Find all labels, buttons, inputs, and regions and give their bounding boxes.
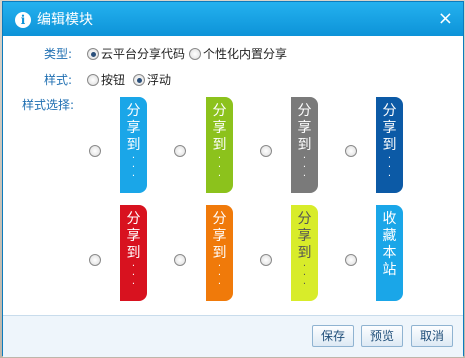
style-badge-text: 分享到 <box>382 103 397 153</box>
style-badge-3[interactable]: 分享到 · · · <box>291 97 318 193</box>
style-badge-text: 分享到 <box>297 103 312 153</box>
style-label: 样式: <box>44 73 73 87</box>
dots-icon: · · · <box>217 153 222 182</box>
dots-icon: · · · <box>302 153 307 182</box>
style-badge-4[interactable]: 分享到 · · · <box>376 97 403 193</box>
style-badge-text: 分享到 <box>212 103 227 153</box>
style-badge-text: 分享到 <box>212 211 227 261</box>
style-badge-text: 收藏本站 <box>382 211 397 278</box>
dots-icon: · · · <box>131 261 136 290</box>
dots-icon: · · · <box>217 261 222 290</box>
style-select-radio-7[interactable] <box>260 254 272 266</box>
style-select-radio-5[interactable] <box>89 254 101 266</box>
cancel-button[interactable]: 取消 <box>411 325 454 347</box>
dots-icon: · · · <box>302 261 307 290</box>
type-label: 类型: <box>44 47 73 61</box>
style-badge-1[interactable]: 分享到 · · · <box>120 97 147 193</box>
type-option-cloud-share[interactable]: 云平台分享代码 <box>101 46 185 62</box>
style-select-radio-8[interactable] <box>345 254 357 266</box>
style-badge-2[interactable]: 分享到 · · · <box>206 97 233 193</box>
style-badge-8[interactable]: 收藏本站 <box>376 205 403 301</box>
style-option-float[interactable]: 浮动 <box>147 72 171 88</box>
style-select-radio-4[interactable] <box>345 145 357 157</box>
style-select-radio-1[interactable] <box>89 145 101 157</box>
style-select-radio-3[interactable] <box>260 145 272 157</box>
save-button[interactable]: 保存 <box>312 325 355 347</box>
edit-module-dialog: i 编辑模块 × 类型: 云平台分享代码 个性化内置分享 样式: 按钮 浮动 样… <box>2 1 464 357</box>
style-select-radio-6[interactable] <box>174 254 186 266</box>
type-option-custom-share[interactable]: 个性化内置分享 <box>203 46 287 62</box>
type-radio-cloud-share[interactable] <box>87 48 99 60</box>
style-badge-text: 分享到 <box>126 211 141 261</box>
close-button[interactable]: × <box>438 9 453 29</box>
dialog-footer: 保存 预览 取消 <box>3 315 463 357</box>
style-select-label: 样式选择: <box>22 98 75 112</box>
style-badge-5[interactable]: 分享到 · · · <box>120 205 147 301</box>
preview-button[interactable]: 预览 <box>361 325 404 347</box>
dialog-title: 编辑模块 <box>37 12 93 28</box>
style-radio-float[interactable] <box>133 74 145 86</box>
style-option-button[interactable]: 按钮 <box>101 72 125 88</box>
style-badge-7[interactable]: 分享到 · · · <box>291 205 318 301</box>
style-badge-6[interactable]: 分享到 · · · <box>206 205 233 301</box>
dots-icon: · · · <box>131 153 136 182</box>
dialog-titlebar[interactable]: i 编辑模块 × <box>3 2 463 36</box>
style-badge-text: 分享到 <box>297 211 312 261</box>
dots-icon: · · · <box>387 153 392 182</box>
style-select-radio-2[interactable] <box>174 145 186 157</box>
type-radio-custom-share[interactable] <box>189 48 201 60</box>
style-radio-button[interactable] <box>87 74 99 86</box>
info-icon: i <box>15 12 31 28</box>
style-badge-text: 分享到 <box>126 103 141 153</box>
